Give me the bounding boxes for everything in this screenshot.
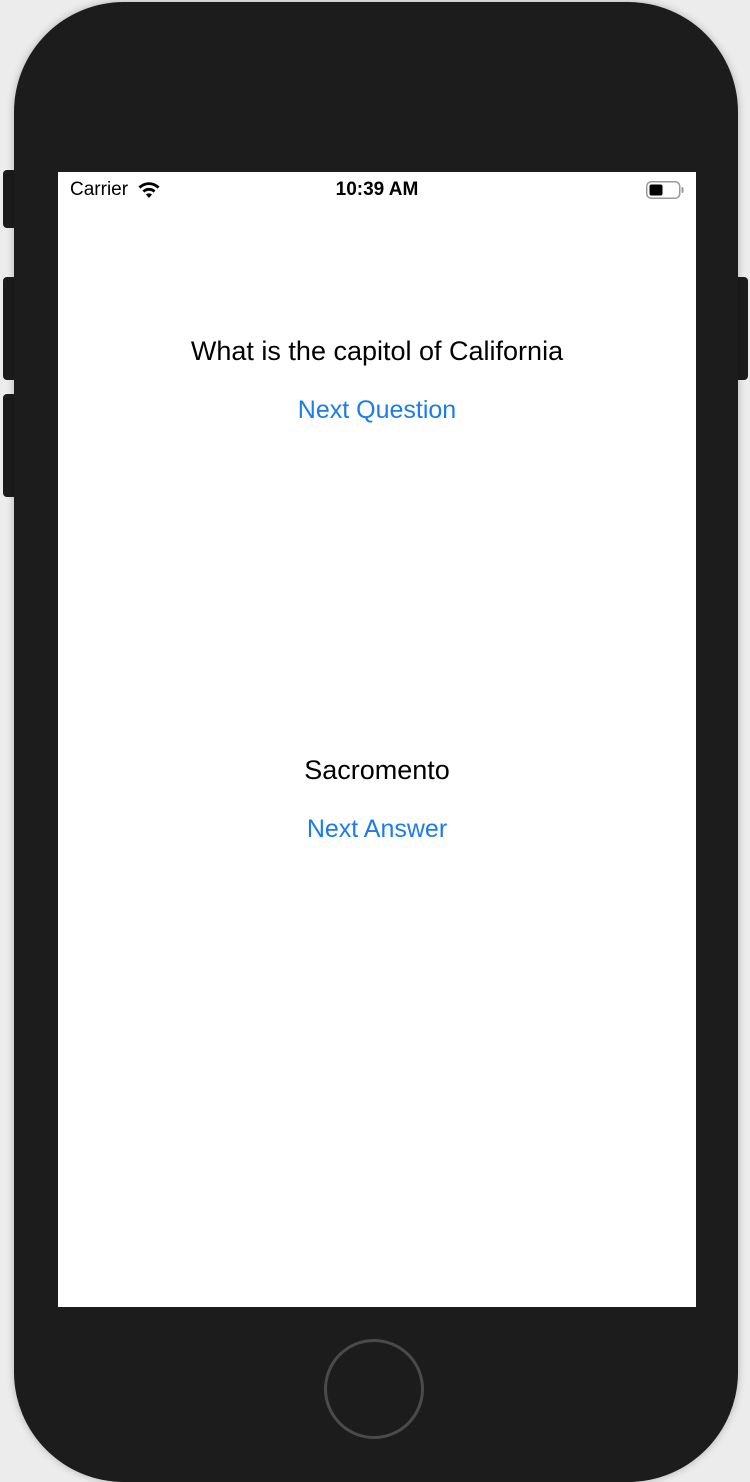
- answer-label: Sacromento: [304, 755, 450, 785]
- next-question-button[interactable]: Next Question: [58, 396, 696, 425]
- next-answer-button[interactable]: Next Answer: [58, 815, 696, 844]
- status-bar: Carrier 10:39 AM: [58, 172, 696, 210]
- battery-icon: [646, 181, 684, 199]
- status-time: 10:39 AM: [335, 179, 419, 200]
- question-label: What is the capitol of California: [190, 336, 564, 366]
- home-button[interactable]: [324, 1339, 424, 1439]
- device-screen: Carrier 10:39 AM What is the capitol of …: [58, 172, 696, 1307]
